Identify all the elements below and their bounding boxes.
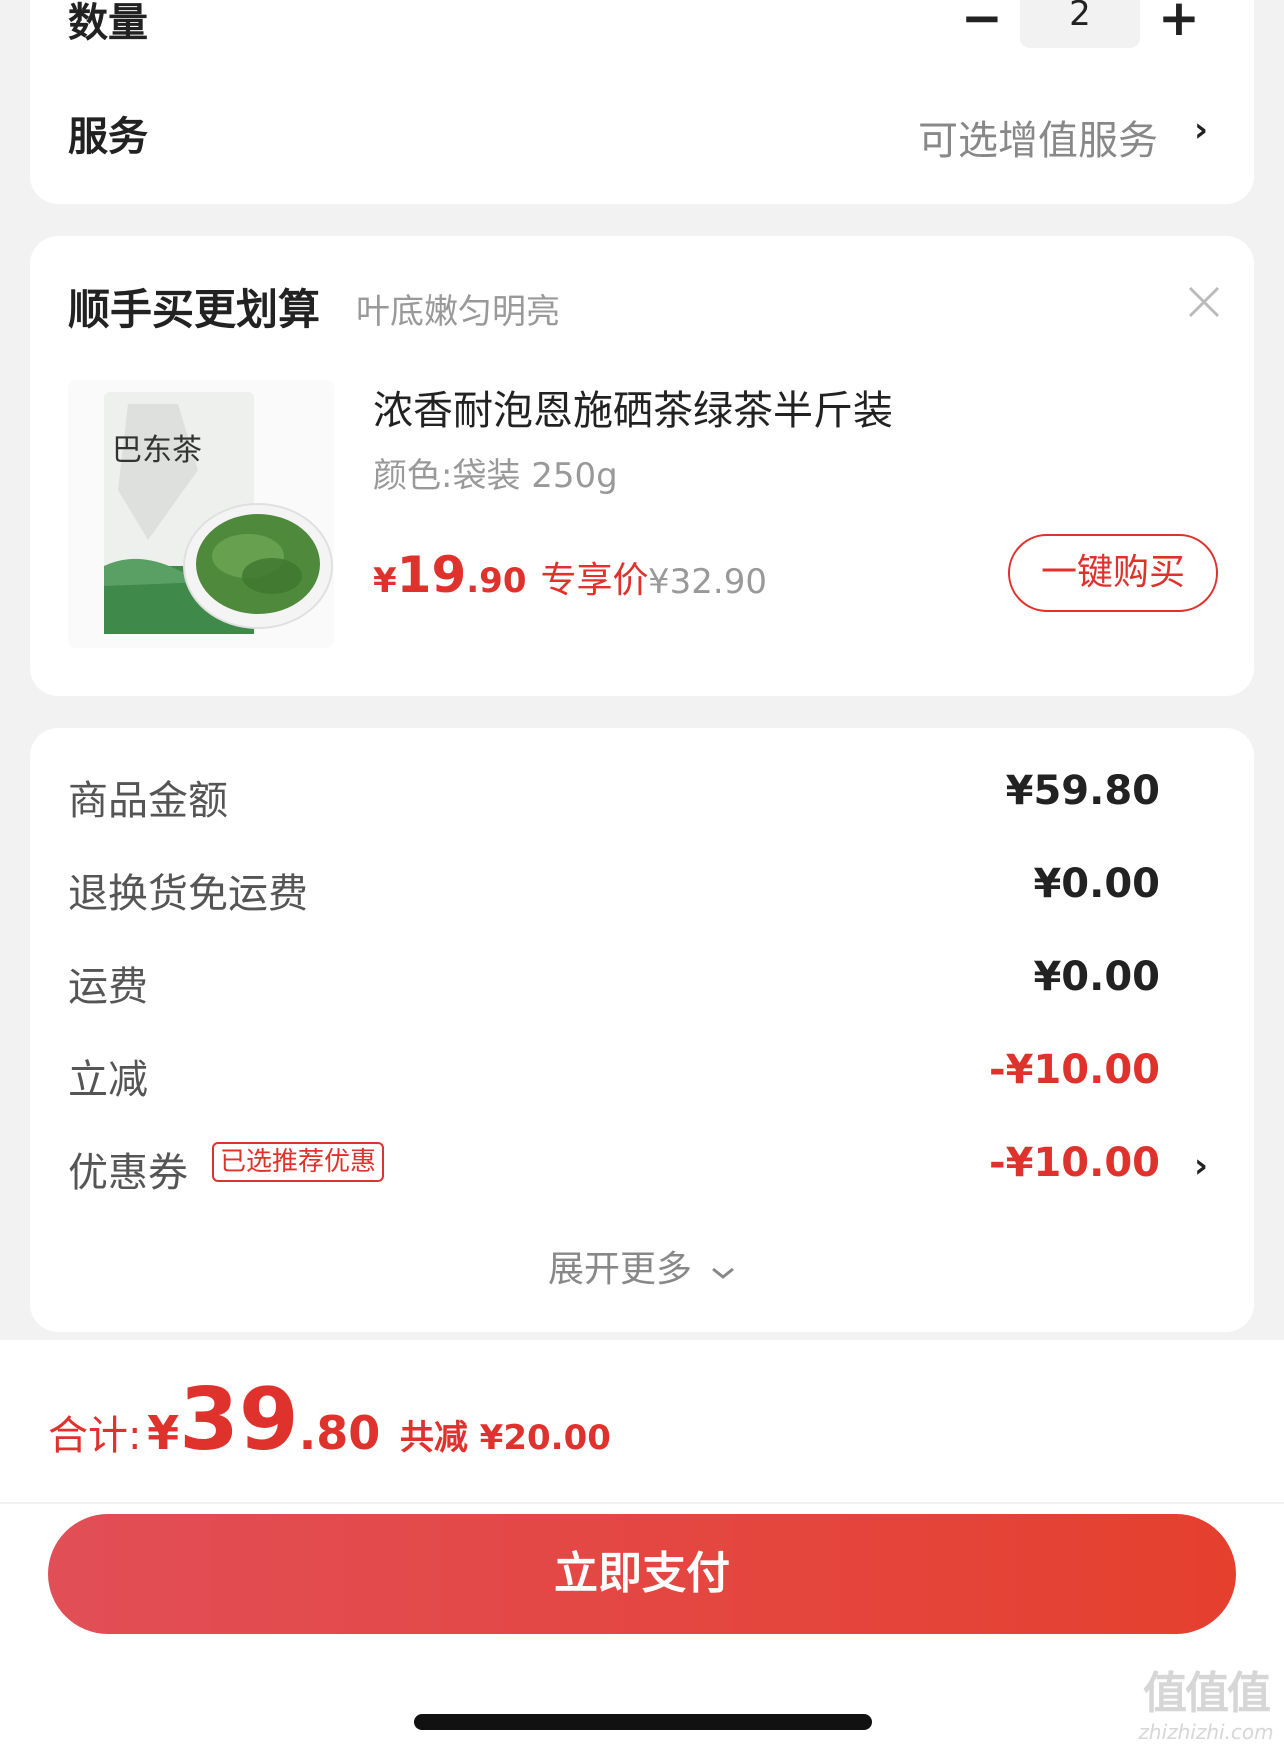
watermark-glyphs: 值值值 [1143, 1668, 1271, 1719]
chevron-right-icon: › [1194, 1146, 1209, 1186]
divider [0, 1502, 1284, 1504]
chevron-down-icon [712, 1267, 735, 1279]
total-saved: 共减 ¥20.00 [399, 1418, 611, 1458]
total-label: 合计: [48, 1413, 142, 1459]
summary-row-shipping: 运费 ¥0.00 [0, 954, 1284, 1014]
pay-now-button[interactable]: 立即支付 [48, 1514, 1236, 1634]
total-integer: 39 [179, 1370, 299, 1470]
tea-package-illustration: 巴东茶 [68, 380, 334, 648]
home-indicator [414, 1714, 872, 1730]
upsell-subtitle: 叶底嫩匀明亮 [356, 292, 560, 332]
total-currency: ¥ [147, 1406, 180, 1460]
summary-label: 退换货免运费 [68, 871, 308, 917]
upsell-product-spec: 颜色:袋装 250g [373, 456, 618, 496]
upsell-product-name[interactable]: 浓香耐泡恩施硒茶绿茶半斤装 [373, 378, 893, 436]
expand-more-button[interactable]: 展开更多 [548, 1240, 737, 1292]
order-total: 合计: ¥39.80 共减 ¥20.00 [48, 1370, 611, 1470]
price-tag: 专享价 [540, 560, 649, 601]
quantity-label: 数量 [68, 0, 148, 46]
product-image[interactable]: 巴东茶 [68, 380, 334, 648]
summary-value: ¥0.00 [1033, 861, 1160, 907]
close-icon[interactable] [1186, 284, 1222, 320]
summary-label: 运费 [68, 964, 148, 1010]
summary-row-coupon[interactable]: 优惠券 已选推荐优惠 -¥10.00 › [0, 1140, 1284, 1200]
summary-value: -¥10.00 [989, 1047, 1160, 1093]
service-row[interactable]: 服务 可选增值服务 › [0, 100, 1284, 170]
service-value: 可选增值服务 [918, 118, 1158, 164]
summary-row-return-shipping: 退换货免运费 ¥0.00 [0, 861, 1284, 921]
upsell-title: 顺手买更划算 [68, 285, 321, 334]
coupon-badge: 已选推荐优惠 [212, 1142, 385, 1182]
original-price: ¥32.90 [648, 562, 767, 602]
chevron-right-icon: › [1194, 110, 1209, 150]
summary-label: 优惠券 [68, 1150, 188, 1196]
price-currency: ¥ [373, 561, 397, 601]
quantity-decrease-button[interactable]: − [961, 0, 1003, 48]
upsell-price: ¥19.90 专享价 [373, 546, 649, 604]
summary-value: ¥0.00 [1033, 954, 1160, 1000]
watermark-logo: 值值值 zhizhizhi.com [1132, 1668, 1280, 1750]
expand-more-label: 展开更多 [548, 1249, 693, 1290]
summary-value: ¥59.80 [1005, 768, 1160, 814]
summary-label: 立减 [68, 1057, 148, 1103]
summary-row-instant-discount: 立减 -¥10.00 [0, 1047, 1284, 1107]
summary-row-goods-amount: 商品金额 ¥59.80 [0, 768, 1284, 828]
price-decimal: .90 [466, 561, 527, 601]
one-click-buy-button[interactable]: 一键购买 [1008, 534, 1218, 612]
price-integer: 19 [396, 546, 467, 604]
total-decimal: .80 [298, 1406, 381, 1460]
summary-label: 商品金额 [68, 778, 228, 824]
quantity-increase-button[interactable]: + [1158, 0, 1200, 48]
summary-value: -¥10.00 [989, 1140, 1160, 1186]
package-calligraphy: 巴东茶 [112, 433, 202, 468]
quantity-input[interactable]: 2 [1020, 0, 1140, 48]
service-label: 服务 [68, 114, 148, 160]
watermark-text: zhizhizhi.com [1138, 1720, 1274, 1744]
